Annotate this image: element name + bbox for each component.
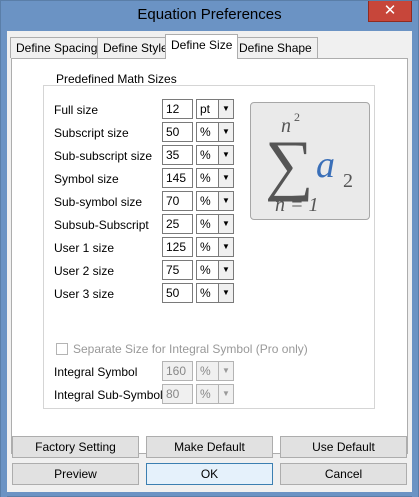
title-bar[interactable]: Equation Preferences ✕ <box>1 1 418 31</box>
integral-size-checkbox[interactable] <box>56 343 68 355</box>
unit-value: % <box>200 286 211 300</box>
window-frame-right <box>412 31 418 497</box>
unit-value: % <box>200 263 211 277</box>
equation-preview: n 2 ∑ a 2 n = 1 <box>250 102 370 220</box>
sigma-icon: ∑ <box>265 126 313 202</box>
row-label: Sub-subscript size <box>54 149 153 163</box>
unit-value: % <box>200 194 211 208</box>
subsub-subscript-size-input[interactable]: 25 <box>162 214 193 234</box>
full-size-unit-select[interactable]: pt ▼ <box>196 99 234 119</box>
unit-value: % <box>200 171 211 185</box>
user-2-size-input[interactable]: 75 <box>162 260 193 280</box>
sub-subscript-size-unit-select[interactable]: % ▼ <box>196 145 234 165</box>
sub-subscript-size-input[interactable]: 35 <box>162 145 193 165</box>
user-2-size-unit-select[interactable]: % ▼ <box>196 260 234 280</box>
sub-symbol-size-unit-select[interactable]: % ▼ <box>196 191 234 211</box>
define-size-panel: Predefined Math Sizes Full size 12 pt ▼ S… <box>11 58 408 454</box>
chevron-down-icon[interactable]: ▼ <box>218 284 233 302</box>
user-3-size-input[interactable]: 50 <box>162 283 193 303</box>
user-1-size-input[interactable]: 125 <box>162 237 193 257</box>
row-label: Full size <box>54 103 99 117</box>
factory-setting-button[interactable]: Factory Setting <box>12 436 139 458</box>
lower-limit: n = 1 <box>275 194 319 216</box>
unit-value: % <box>200 217 211 231</box>
unit-value: pt <box>200 102 211 116</box>
chevron-down-icon[interactable]: ▼ <box>218 215 233 233</box>
preview-button[interactable]: Preview <box>12 463 139 485</box>
window-title: Equation Preferences <box>137 6 282 23</box>
unit-value: % <box>200 387 211 401</box>
chevron-down-icon[interactable]: ▼ <box>218 261 233 279</box>
subsub-subscript-unit-select[interactable]: % ▼ <box>196 214 234 234</box>
row-label: User 3 size <box>54 287 115 301</box>
upper-limit-exponent: 2 <box>294 110 300 124</box>
row-label: Symbol size <box>54 172 119 186</box>
full-size-input[interactable]: 12 <box>162 99 193 119</box>
integral-size-checkbox-row[interactable]: Separate Size for Integral Symbol (Pro o… <box>56 342 308 356</box>
chevron-down-icon[interactable]: ▼ <box>218 146 233 164</box>
subscript-size-input[interactable]: 50 <box>162 122 193 142</box>
dialog-client: Define Spacing Define Style Define Size … <box>7 31 412 492</box>
ok-button[interactable]: OK <box>146 463 273 485</box>
row-label: Subsub-Subscript <box>54 218 149 232</box>
chevron-down-icon: ▼ <box>218 385 233 403</box>
chevron-down-icon[interactable]: ▼ <box>218 100 233 118</box>
use-default-button[interactable]: Use Default <box>280 436 407 458</box>
unit-value: % <box>200 148 211 162</box>
group-title: Predefined Math Sizes <box>56 72 177 86</box>
base-subscript: 2 <box>343 170 353 192</box>
chevron-down-icon[interactable]: ▼ <box>218 123 233 141</box>
row-label: Sub-symbol size <box>54 195 143 209</box>
tab-define-shape[interactable]: Define Shape <box>233 37 318 58</box>
integral-sub-symbol-input: 80 <box>162 384 193 404</box>
base-letter: a <box>316 144 335 186</box>
integral-symbol-input: 160 <box>162 361 193 381</box>
row-label: Integral Symbol <box>54 365 138 379</box>
row-label: User 2 size <box>54 264 115 278</box>
row-label: Subscript size <box>54 126 129 140</box>
unit-value: % <box>200 125 211 139</box>
cancel-button[interactable]: Cancel <box>280 463 407 485</box>
unit-value: % <box>200 240 211 254</box>
unit-value: % <box>200 364 211 378</box>
chevron-down-icon[interactable]: ▼ <box>218 192 233 210</box>
row-label: User 1 size <box>54 241 115 255</box>
subscript-size-unit-select[interactable]: % ▼ <box>196 122 234 142</box>
integral-size-checkbox-label: Separate Size for Integral Symbol (Pro o… <box>73 342 308 356</box>
user-3-size-unit-select[interactable]: % ▼ <box>196 283 234 303</box>
chevron-down-icon[interactable]: ▼ <box>218 238 233 256</box>
summation-preview-graphic: n 2 ∑ a 2 n = 1 <box>265 110 353 216</box>
close-button[interactable]: ✕ <box>368 1 412 22</box>
tab-define-size[interactable]: Define Size <box>165 34 239 59</box>
user-1-size-unit-select[interactable]: % ▼ <box>196 237 234 257</box>
symbol-size-unit-select[interactable]: % ▼ <box>196 168 234 188</box>
integral-sub-symbol-unit-select: % ▼ <box>196 384 234 404</box>
row-label: Integral Sub-Symbol <box>54 388 163 402</box>
chevron-down-icon[interactable]: ▼ <box>218 169 233 187</box>
make-default-button[interactable]: Make Default <box>146 436 273 458</box>
equation-preferences-window: Equation Preferences ✕ Define Spacing De… <box>0 0 419 497</box>
tab-define-style[interactable]: Define Style <box>97 37 174 58</box>
integral-symbol-unit-select: % ▼ <box>196 361 234 381</box>
chevron-down-icon: ▼ <box>218 362 233 380</box>
sub-symbol-size-input[interactable]: 70 <box>162 191 193 211</box>
tab-define-spacing[interactable]: Define Spacing <box>10 37 104 58</box>
symbol-size-input[interactable]: 145 <box>162 168 193 188</box>
